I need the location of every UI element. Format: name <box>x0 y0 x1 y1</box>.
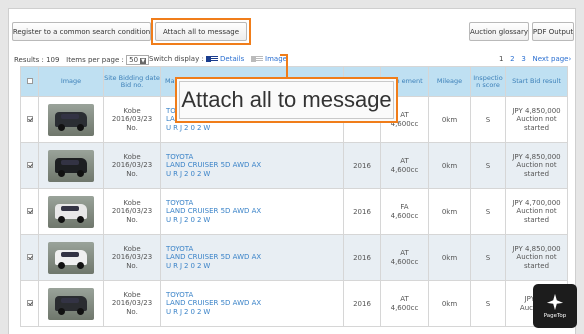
table-row[interactable]: Kobe2016/03/23No.TOYOTALAND CRUISER 5D A… <box>20 280 568 327</box>
row-thumbnail[interactable] <box>38 96 104 143</box>
page-top-button[interactable]: PageTop <box>533 284 577 328</box>
pdf-output-button[interactable]: PDF Output <box>532 22 574 41</box>
row-transmission: AT 4,600cc <box>380 142 429 189</box>
details-view-link[interactable]: Details <box>220 55 244 63</box>
register-search-condition-button[interactable]: Register to a common search condition <box>12 22 151 41</box>
row-thumbnail[interactable] <box>38 188 104 235</box>
row-price: JPY 4,850,000 Auction not started <box>505 142 568 189</box>
row-score: S <box>470 280 506 327</box>
search-results-panel: Register to a common search condition At… <box>8 8 576 334</box>
row-transmission: AT 4,600cc <box>380 234 429 281</box>
page-3[interactable]: 3 <box>521 55 525 63</box>
row-thumbnail[interactable] <box>38 234 104 281</box>
row-score: S <box>470 142 506 189</box>
header-start[interactable]: Start Bid result <box>505 66 568 97</box>
row-mileage: 0km <box>428 188 471 235</box>
row-mileage: 0km <box>428 96 471 143</box>
row-year: 2016 <box>343 142 381 189</box>
results-bar: Results : 109 Items per page : 50 ▼ <box>14 55 150 65</box>
chevron-down-icon: ▼ <box>140 58 147 64</box>
row-vehicle-name[interactable]: TOYOTALAND CRUISER 5D AWD AXURJ202W <box>160 234 344 281</box>
row-mileage: 0km <box>428 234 471 281</box>
row-score: S <box>470 188 506 235</box>
row-mileage: 0km <box>428 280 471 327</box>
row-price: JPY 4,850,000 Auction not started <box>505 96 568 143</box>
table-row[interactable]: Kobe2016/03/23No.TOYOTALAND CRUISER 5D A… <box>20 142 568 189</box>
row-thumbnail[interactable] <box>38 280 104 327</box>
select-all-checkbox[interactable] <box>26 77 33 84</box>
row-vehicle-name[interactable]: TOYOTALAND CRUISER 5D AWD AXURJ202W <box>160 188 344 235</box>
row-year: 2016 <box>343 188 381 235</box>
row-price: JPY 4,850,000 Auction not started <box>505 234 568 281</box>
next-page-link[interactable]: Next page› <box>532 55 571 63</box>
row-year: 2016 <box>343 234 381 281</box>
per-page-label: Items per page : <box>66 56 124 64</box>
row-select[interactable] <box>20 234 39 281</box>
row-site: Kobe 2016/03/23 No. <box>103 142 161 189</box>
row-transmission: AT 4,600cc <box>380 280 429 327</box>
row-select[interactable] <box>20 142 39 189</box>
row-vehicle-name[interactable]: TOYOTALAND CRUISER 5D AWD AXURJ202W <box>160 142 344 189</box>
row-mileage: 0km <box>428 142 471 189</box>
header-score[interactable]: Inspectio n score <box>470 66 506 97</box>
auction-glossary-button[interactable]: Auction glossary <box>469 22 529 41</box>
row-select[interactable] <box>20 188 39 235</box>
page-2[interactable]: 2 <box>510 55 514 63</box>
results-count: Results : 109 <box>14 56 60 64</box>
row-transmission: FA 4,600cc <box>380 188 429 235</box>
vehicle-photo[interactable] <box>48 149 94 182</box>
row-checkbox[interactable] <box>26 299 33 306</box>
pagination: 1 2 3 Next page› <box>499 55 571 63</box>
row-score: S <box>470 234 506 281</box>
row-site: Kobe 2016/03/23 No. <box>103 188 161 235</box>
attach-all-button[interactable]: Attach all to message <box>155 22 247 41</box>
row-price: JPY 4,700,000 Auction not started <box>505 188 568 235</box>
attach-button-zoom-callout: Attach all to message <box>175 77 398 123</box>
row-select[interactable] <box>20 96 39 143</box>
switch-display-label: Switch display : <box>149 55 204 63</box>
row-checkbox[interactable] <box>26 207 33 214</box>
header-image[interactable]: Image <box>38 66 104 97</box>
header-site[interactable]: Site Bidding date Bid no. <box>103 66 161 97</box>
row-thumbnail[interactable] <box>38 142 104 189</box>
select-all-header[interactable] <box>20 66 39 97</box>
callout-inner-border <box>179 81 394 119</box>
table-row[interactable]: Kobe2016/03/23No.TOYOTALAND CRUISER 5D A… <box>20 188 568 235</box>
row-checkbox[interactable] <box>26 115 33 122</box>
row-site: Kobe 2016/03/23 No. <box>103 280 161 327</box>
table-row[interactable]: Kobe2016/03/23No.TOYOTALAND CRUISER 5D A… <box>20 234 568 281</box>
header-mileage[interactable]: Mileage <box>428 66 471 97</box>
vehicle-photo[interactable] <box>48 241 94 274</box>
per-page-select[interactable]: 50 ▼ <box>126 55 150 65</box>
page-1[interactable]: 1 <box>499 55 503 63</box>
row-checkbox[interactable] <box>26 253 33 260</box>
page-top-label: PageTop <box>543 313 567 319</box>
airplane-icon <box>546 293 564 311</box>
vehicle-photo[interactable] <box>48 195 94 228</box>
list-lines-icon <box>211 56 219 62</box>
row-site: Kobe 2016/03/23 No. <box>103 96 161 143</box>
callout-connector <box>280 54 288 79</box>
row-vehicle-name[interactable]: TOYOTALAND CRUISER 5D AWD AXURJ202W <box>160 280 344 327</box>
row-select[interactable] <box>20 280 39 327</box>
vehicle-photo[interactable] <box>48 287 94 320</box>
switch-display: Switch display : Details Image <box>149 55 287 63</box>
row-checkbox[interactable] <box>26 161 33 168</box>
row-year: 2016 <box>343 280 381 327</box>
grid-lines-icon <box>256 56 264 62</box>
vehicle-photo[interactable] <box>48 103 94 136</box>
row-score: S <box>470 96 506 143</box>
row-site: Kobe 2016/03/23 No. <box>103 234 161 281</box>
